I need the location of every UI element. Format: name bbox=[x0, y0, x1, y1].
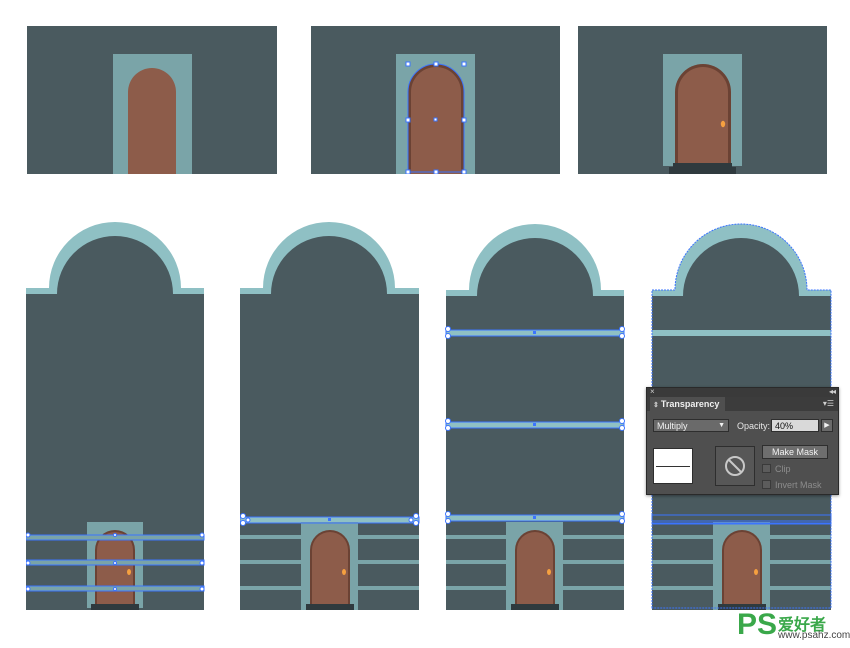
stripe bbox=[652, 330, 831, 336]
close-icon[interactable]: × bbox=[650, 387, 655, 396]
door-knob bbox=[547, 569, 551, 575]
transparency-panel[interactable]: × ◂◂ ⇕ Transparency ▾☰ Multiply ▼ Opacity… bbox=[646, 387, 839, 495]
clip-checkbox[interactable] bbox=[762, 464, 771, 473]
tab-transparency-label: Transparency bbox=[660, 399, 720, 409]
opacity-input[interactable]: 40% bbox=[771, 419, 819, 432]
artboard-building-step-2 bbox=[240, 214, 421, 610]
chevron-down-icon[interactable]: ▼ bbox=[718, 420, 725, 432]
artboard-door-step-3 bbox=[578, 26, 827, 174]
panel-tab-row: ⇕ Transparency ▾☰ bbox=[647, 397, 838, 411]
artboard-building-step-1 bbox=[26, 214, 206, 610]
door-step bbox=[669, 167, 736, 174]
door-knob bbox=[754, 569, 758, 575]
panel-menu-icon[interactable]: ▾☰ bbox=[823, 399, 834, 408]
invert-mask-label: Invert Mask bbox=[775, 480, 822, 490]
make-mask-button[interactable]: Make Mask bbox=[762, 445, 828, 459]
door bbox=[724, 532, 760, 606]
watermark-url: www.psahz.com bbox=[778, 630, 850, 641]
door-knob bbox=[720, 120, 726, 128]
artboard-building-step-3 bbox=[444, 214, 626, 610]
door-step-top bbox=[673, 163, 732, 167]
door-knob bbox=[342, 569, 346, 575]
artboard-door-step-1 bbox=[27, 26, 277, 174]
artboard-door-step-2 bbox=[311, 26, 560, 174]
clip-label: Clip bbox=[775, 464, 791, 474]
artwork-thumbnail[interactable] bbox=[653, 448, 693, 484]
door-step bbox=[91, 604, 139, 610]
door-knob bbox=[127, 569, 131, 575]
blend-mode-select[interactable]: Multiply ▼ bbox=[653, 419, 729, 432]
mask-slot[interactable] bbox=[715, 446, 755, 486]
door-step-1-canvas bbox=[27, 26, 277, 174]
panel-titlebar[interactable]: × ◂◂ bbox=[647, 387, 838, 397]
door bbox=[312, 532, 348, 606]
opacity-label: Opacity: bbox=[737, 421, 771, 431]
no-mask-icon bbox=[725, 456, 745, 476]
blend-mode-value: Multiply bbox=[657, 421, 688, 431]
double-arrow-icon[interactable]: ◂◂ bbox=[829, 387, 836, 396]
building-step-3-canvas bbox=[445, 224, 625, 610]
invert-mask-checkbox[interactable] bbox=[762, 480, 771, 489]
opacity-value: 40% bbox=[775, 421, 794, 431]
door bbox=[678, 67, 728, 166]
door bbox=[128, 68, 176, 174]
door bbox=[517, 532, 553, 606]
triangle-right-icon[interactable]: ▶ bbox=[821, 419, 833, 432]
door-step-2-canvas bbox=[311, 26, 560, 174]
watermark-logo: PS bbox=[737, 608, 778, 641]
tab-arrows-icon[interactable]: ⇕ bbox=[653, 402, 659, 409]
building-step-1-canvas bbox=[26, 222, 205, 610]
door-step-3-canvas bbox=[578, 26, 827, 174]
building-step-2-canvas bbox=[240, 222, 420, 610]
door bbox=[97, 532, 133, 606]
door-step bbox=[511, 604, 559, 610]
make-mask-label: Make Mask bbox=[771, 447, 818, 457]
door-step bbox=[306, 604, 354, 610]
tab-transparency[interactable]: ⇕ Transparency bbox=[650, 397, 726, 411]
